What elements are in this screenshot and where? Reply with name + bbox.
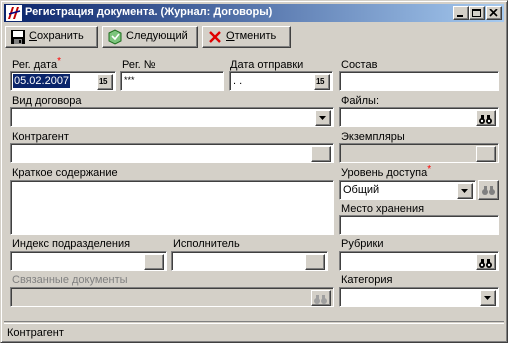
category-label: Категория [341,274,393,286]
close-icon [489,9,498,17]
save-label: охранить [36,30,84,42]
summary-textarea[interactable] [10,180,334,235]
red-x-icon [209,31,221,43]
chevron-down-icon [319,116,326,120]
next-document-icon [108,29,122,45]
counterparty-label: Контрагент [12,131,69,143]
next-label: Следующий [126,30,188,42]
next-button[interactable]: Следующий [102,26,198,48]
copies-select-button[interactable] [476,146,496,162]
close-button[interactable] [486,6,502,20]
binoculars-icon [479,115,492,124]
storage-field[interactable] [339,215,499,235]
send-date-label: Дата отправки [230,59,304,71]
status-bar: Контрагент [4,321,504,340]
contract-type-dropdown-button[interactable] [315,110,331,126]
calendar-icon: 15 [99,77,107,86]
dept-index-field[interactable] [10,251,167,271]
reg-num-label: Рег. № [122,59,156,71]
cancel-label: тменить [234,30,277,42]
minimize-button[interactable] [453,6,469,20]
maximize-icon [472,9,481,17]
chevron-down-icon [484,296,491,300]
send-date-calendar-button[interactable]: 15 [314,74,330,90]
status-text: Контрагент [7,327,64,339]
access-level-select[interactable]: Общий [339,180,476,200]
reg-date-value: 05.02.2007 [13,74,71,88]
cancel-mnemonic: О [226,30,235,42]
reg-date-label: Рег. дата* [12,56,61,71]
binoculars-icon [482,186,495,195]
access-level-dropdown-button[interactable] [457,183,473,199]
send-date-value: . . [233,75,243,87]
title-bar[interactable]: Регистрация документа. (Журнал: Договоры… [4,4,504,22]
minimize-icon [457,15,463,17]
rubrics-field[interactable] [339,251,499,271]
window-title: Регистрация документа. (Журнал: Договоры… [25,6,273,18]
calendar-icon: 15 [316,77,324,86]
app-logo-icon [6,5,22,21]
executor-field[interactable] [171,251,328,271]
related-docs-label: Связанные документы [12,274,128,286]
counterparty-field[interactable] [10,143,334,163]
contract-type-label: Вид договора [12,95,82,107]
save-mnemonic: С [29,30,37,42]
contract-type-select[interactable] [10,107,334,127]
copies-label: Экземпляры [341,131,405,143]
dept-index-select-button[interactable] [144,254,164,270]
related-docs-browse-button[interactable] [311,290,331,306]
rubrics-browse-button[interactable] [476,254,496,270]
reg-date-field[interactable]: 05.02.2007 15 [10,71,116,91]
maximize-button[interactable] [469,6,485,20]
rubrics-label: Рубрики [341,238,384,250]
files-field[interactable] [339,107,499,127]
summary-label: Краткое содержание [12,167,118,179]
category-dropdown-button[interactable] [480,290,496,306]
files-label: Файлы: [341,95,380,107]
required-mark: * [427,164,432,175]
cancel-button[interactable]: Отменить [202,26,291,48]
send-date-field[interactable]: . . 15 [229,71,333,91]
access-level-lookup-button[interactable] [478,180,499,200]
floppy-disk-icon [11,30,25,44]
save-button[interactable]: Сохранить [5,26,98,48]
composition-label: Состав [341,59,378,71]
chevron-down-icon [461,189,468,193]
dept-index-label: Индекс подразделения [12,238,131,250]
executor-select-button[interactable] [305,254,325,270]
counterparty-select-button[interactable] [311,146,331,162]
copies-field[interactable] [339,143,499,163]
required-mark: * [57,56,61,67]
toolbar: Сохранить Следующий Отменить [5,25,503,49]
reg-date-calendar-button[interactable]: 15 [97,74,113,90]
files-browse-button[interactable] [476,110,496,126]
document-registration-window: Регистрация документа. (Журнал: Договоры… [0,0,508,343]
binoculars-icon [479,259,492,268]
related-docs-field[interactable] [10,287,334,307]
composition-field[interactable] [339,71,499,91]
storage-label: Место хранения [341,203,425,215]
access-level-label: Уровень доступа* [341,164,432,179]
reg-num-field[interactable]: *** [120,71,224,91]
category-select[interactable] [339,287,499,307]
executor-label: Исполнитель [173,238,240,250]
binoculars-icon [314,295,327,304]
reg-num-value: *** [124,75,135,85]
access-level-value: Общий [343,184,380,196]
